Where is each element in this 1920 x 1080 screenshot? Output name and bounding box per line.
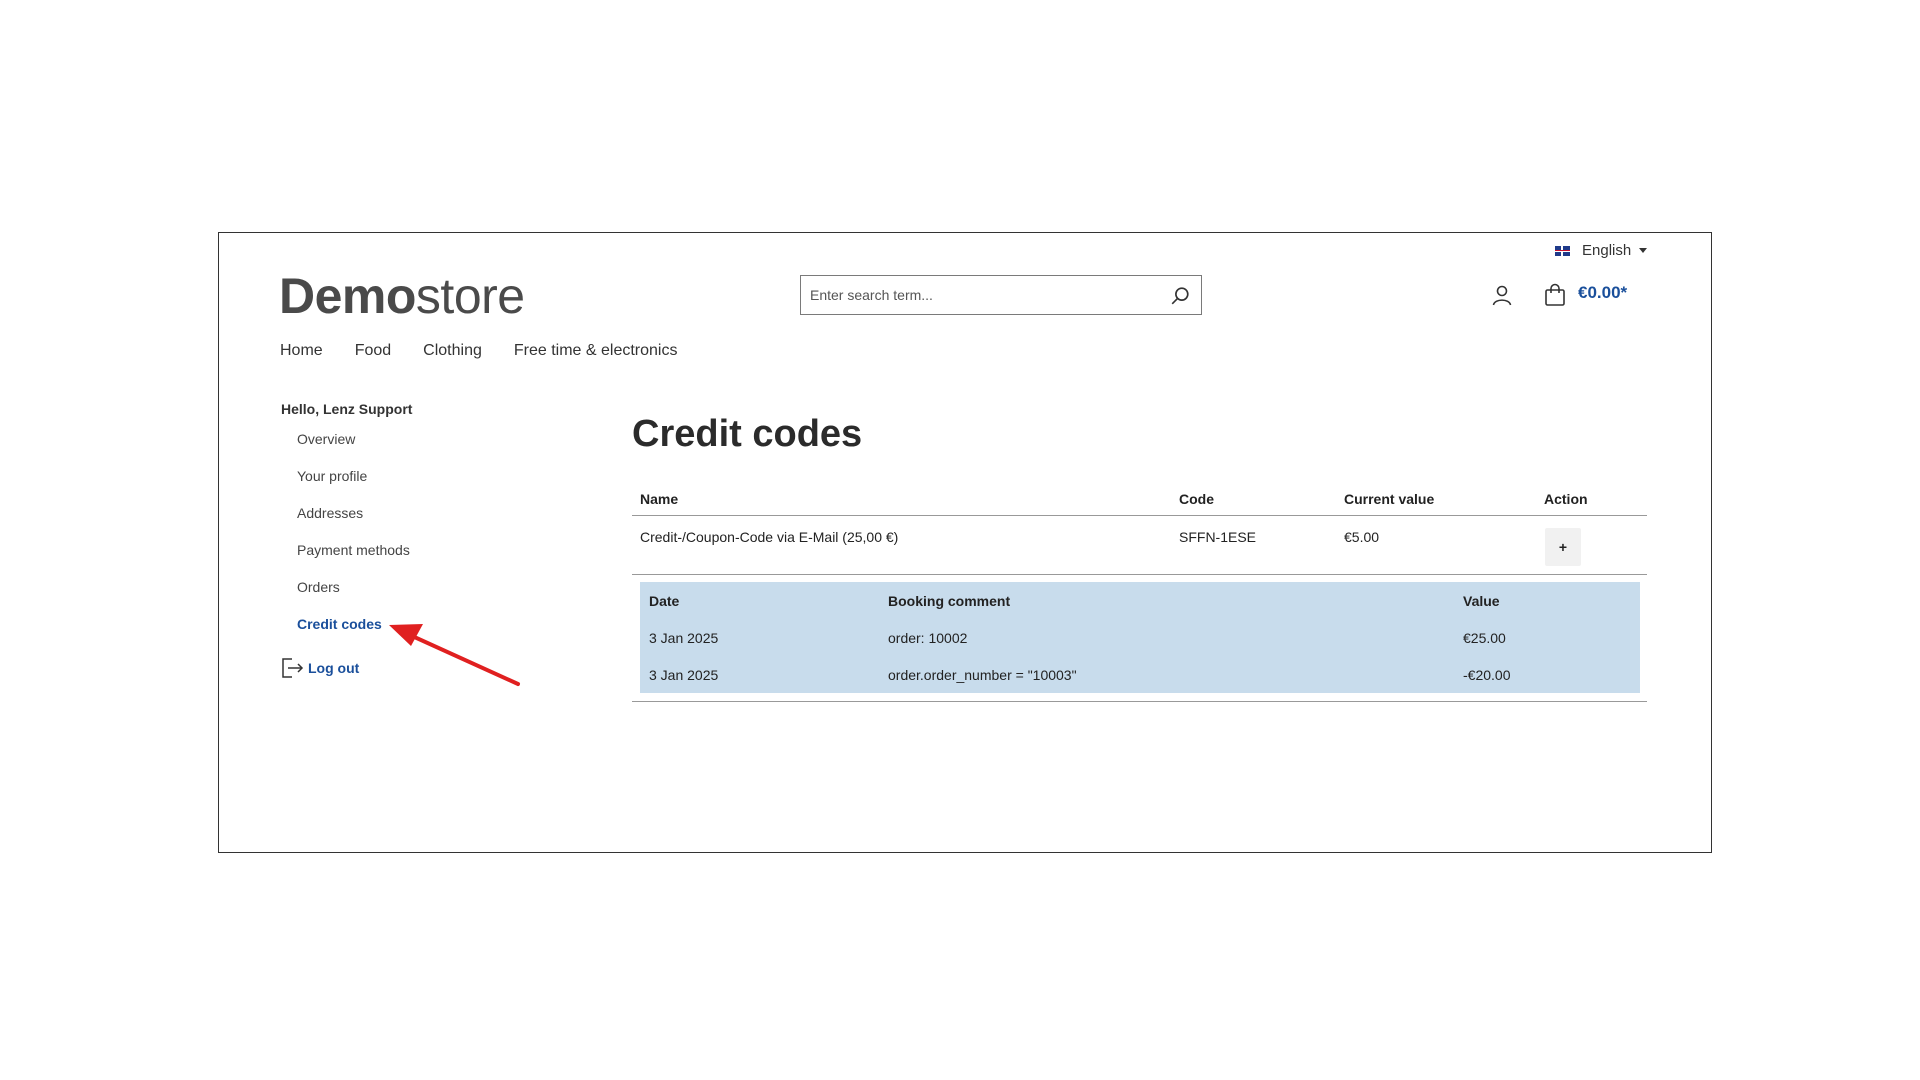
- logout-link[interactable]: Log out: [281, 657, 359, 679]
- credit-code-name: Credit-/Coupon-Code via E-Mail (25,00 €): [640, 529, 899, 545]
- detail-header-date: Date: [649, 593, 680, 609]
- booking-comment: order: 10002: [888, 630, 968, 646]
- booking-date: 3 Jan 2025: [649, 630, 719, 646]
- search-input[interactable]: [801, 276, 1159, 314]
- booking-value: €25.00: [1463, 630, 1506, 646]
- browser-viewport: English Demostore €0.00* Home Food Cloth…: [218, 232, 1712, 853]
- sidebar-item-addresses[interactable]: Addresses: [297, 505, 363, 521]
- logo-bold-text: Demo: [279, 268, 416, 324]
- booking-value: -€20.00: [1463, 667, 1511, 683]
- booking-comment: order.order_number = "10003": [888, 667, 1077, 683]
- column-header-action: Action: [1544, 491, 1588, 507]
- nav-item-free-time-electronics[interactable]: Free time & electronics: [514, 342, 678, 360]
- main-navigation: Home Food Clothing Free time & electroni…: [280, 342, 709, 360]
- nav-item-food[interactable]: Food: [355, 342, 391, 360]
- booking-date: 3 Jan 2025: [649, 667, 719, 683]
- column-header-name: Name: [640, 491, 679, 507]
- store-logo[interactable]: Demostore: [279, 267, 525, 325]
- account-icon[interactable]: [1490, 283, 1514, 307]
- uk-flag-icon: [1555, 245, 1570, 256]
- language-label: English: [1582, 242, 1632, 259]
- sidebar-item-your-profile[interactable]: Your profile: [297, 468, 367, 484]
- caret-down-icon: [1639, 248, 1648, 253]
- credit-code-current-value: €5.00: [1344, 529, 1380, 545]
- expand-details-button[interactable]: +: [1545, 528, 1581, 566]
- booking-details-panel: Date Booking comment Value 3 Jan 2025 or…: [640, 582, 1640, 693]
- logout-label: Log out: [308, 660, 360, 676]
- row-divider: [632, 574, 1647, 575]
- page-title: Credit codes: [632, 413, 863, 455]
- nav-item-home[interactable]: Home: [280, 342, 323, 360]
- sidebar-item-payment-methods[interactable]: Payment methods: [297, 542, 410, 558]
- cart-icon[interactable]: [1543, 283, 1567, 307]
- cart-total[interactable]: €0.00*: [1578, 283, 1627, 303]
- sidebar-item-orders[interactable]: Orders: [297, 579, 340, 595]
- search-icon[interactable]: [1169, 285, 1191, 307]
- sidebar-item-overview[interactable]: Overview: [297, 431, 355, 447]
- logout-icon: [282, 658, 304, 678]
- logo-regular-text: store: [415, 268, 525, 324]
- nav-item-clothing[interactable]: Clothing: [423, 342, 482, 360]
- sidebar-item-credit-codes[interactable]: Credit codes: [297, 616, 382, 632]
- account-greeting: Hello, Lenz Support: [281, 401, 413, 417]
- credit-code-code: SFFN-1ESE: [1179, 529, 1257, 545]
- detail-header-value: Value: [1463, 593, 1500, 609]
- detail-header-comment: Booking comment: [888, 593, 1011, 609]
- column-header-current-value: Current value: [1344, 491, 1435, 507]
- table-header-divider: [632, 515, 1647, 516]
- language-selector[interactable]: English: [1555, 242, 1648, 259]
- column-header-code: Code: [1179, 491, 1214, 507]
- details-bottom-divider: [632, 701, 1647, 702]
- search-box: [800, 275, 1202, 315]
